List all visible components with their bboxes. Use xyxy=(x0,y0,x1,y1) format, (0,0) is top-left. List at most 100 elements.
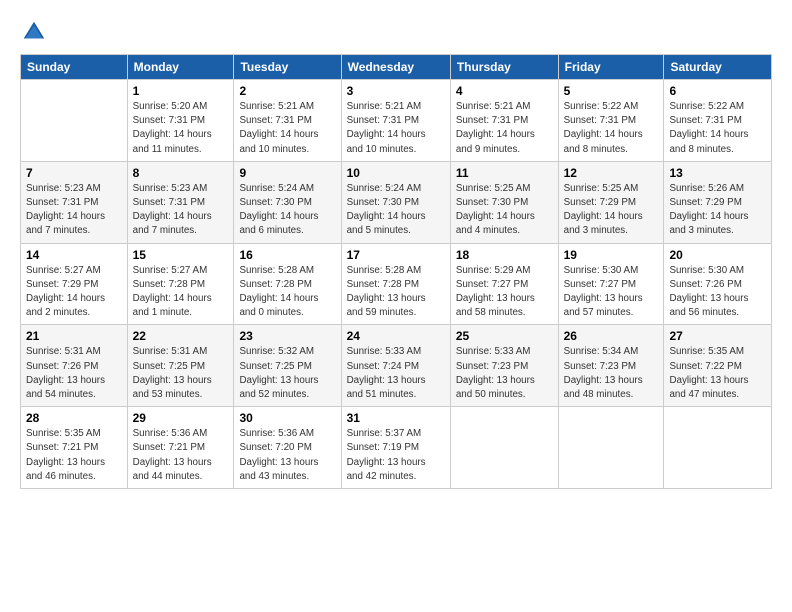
day-info: Sunrise: 5:21 AMSunset: 7:31 PMDaylight:… xyxy=(239,100,335,157)
day-number: 29 xyxy=(133,411,229,425)
day-info: Sunrise: 5:25 AMSunset: 7:29 PMDaylight:… xyxy=(564,182,659,239)
header-row: SundayMondayTuesdayWednesdayThursdayFrid… xyxy=(21,55,772,80)
day-info: Sunrise: 5:24 AMSunset: 7:30 PMDaylight:… xyxy=(239,182,335,239)
day-cell: 12Sunrise: 5:25 AMSunset: 7:29 PMDayligh… xyxy=(558,161,664,243)
day-number: 1 xyxy=(133,84,229,98)
day-number: 13 xyxy=(669,166,766,180)
day-info: Sunrise: 5:21 AMSunset: 7:31 PMDaylight:… xyxy=(347,100,445,157)
day-info: Sunrise: 5:23 AMSunset: 7:31 PMDaylight:… xyxy=(26,182,122,239)
day-cell: 13 Sunrise: 5:26 AMSunset: 7:29 PMDayligh… xyxy=(664,161,772,243)
day-number: 7 xyxy=(26,166,122,180)
day-cell: 5 Sunrise: 5:22 AMSunset: 7:31 PMDaylight… xyxy=(558,80,664,162)
day-cell: 3 Sunrise: 5:21 AMSunset: 7:31 PMDaylight… xyxy=(341,80,450,162)
week-row-3: 14 Sunrise: 5:27 AMSunset: 7:29 PMDayligh… xyxy=(21,243,772,325)
day-number: 15 xyxy=(133,248,229,262)
day-info: Sunrise: 5:31 AMSunset: 7:25 PMDaylight:… xyxy=(133,345,229,402)
day-cell: 26 Sunrise: 5:34 AMSunset: 7:23 PMDayligh… xyxy=(558,325,664,407)
day-cell: 29 Sunrise: 5:36 AMSunset: 7:21 PMDayligh… xyxy=(127,407,234,489)
day-cell xyxy=(664,407,772,489)
day-number: 24 xyxy=(347,329,445,343)
day-number: 2 xyxy=(239,84,335,98)
day-info: Sunrise: 5:37 AMSunset: 7:19 PMDaylight:… xyxy=(347,427,445,484)
day-cell: 22 Sunrise: 5:31 AMSunset: 7:25 PMDayligh… xyxy=(127,325,234,407)
day-cell: 8 Sunrise: 5:23 AMSunset: 7:31 PMDaylight… xyxy=(127,161,234,243)
day-cell: 24 Sunrise: 5:33 AMSunset: 7:24 PMDayligh… xyxy=(341,325,450,407)
day-number: 18 xyxy=(456,248,553,262)
day-cell: 19 Sunrise: 5:30 AMSunset: 7:27 PMDayligh… xyxy=(558,243,664,325)
col-header-tuesday: Tuesday xyxy=(234,55,341,80)
day-number: 26 xyxy=(564,329,659,343)
day-number: 17 xyxy=(347,248,445,262)
logo xyxy=(20,18,50,46)
day-number: 28 xyxy=(26,411,122,425)
col-header-sunday: Sunday xyxy=(21,55,128,80)
day-info: Sunrise: 5:24 AMSunset: 7:30 PMDaylight:… xyxy=(347,182,445,239)
day-cell: 27Sunrise: 5:35 AMSunset: 7:22 PMDayligh… xyxy=(664,325,772,407)
day-info: Sunrise: 5:31 AMSunset: 7:26 PMDaylight:… xyxy=(26,345,122,402)
day-number: 9 xyxy=(239,166,335,180)
day-info: Sunrise: 5:23 AMSunset: 7:31 PMDaylight:… xyxy=(133,182,229,239)
day-info: Sunrise: 5:35 AMSunset: 7:21 PMDaylight:… xyxy=(26,427,122,484)
day-info: Sunrise: 5:34 AMSunset: 7:23 PMDaylight:… xyxy=(564,345,659,402)
day-info: Sunrise: 5:25 AMSunset: 7:30 PMDaylight:… xyxy=(456,182,553,239)
day-number: 30 xyxy=(239,411,335,425)
week-row-1: 1 Sunrise: 5:20 AMSunset: 7:31 PMDaylight… xyxy=(21,80,772,162)
day-info: Sunrise: 5:27 AMSunset: 7:28 PMDaylight:… xyxy=(133,264,229,321)
day-cell: 28 Sunrise: 5:35 AMSunset: 7:21 PMDayligh… xyxy=(21,407,128,489)
calendar-table: SundayMondayTuesdayWednesdayThursdayFrid… xyxy=(20,54,772,489)
day-cell: 15 Sunrise: 5:27 AMSunset: 7:28 PMDayligh… xyxy=(127,243,234,325)
day-cell: 31 Sunrise: 5:37 AMSunset: 7:19 PMDayligh… xyxy=(341,407,450,489)
day-cell: 11 Sunrise: 5:25 AMSunset: 7:30 PMDayligh… xyxy=(450,161,558,243)
day-info: Sunrise: 5:32 AMSunset: 7:25 PMDaylight:… xyxy=(239,345,335,402)
day-cell: 10 Sunrise: 5:24 AMSunset: 7:30 PMDayligh… xyxy=(341,161,450,243)
day-number: 10 xyxy=(347,166,445,180)
header xyxy=(20,18,772,46)
day-cell: 4 Sunrise: 5:21 AMSunset: 7:31 PMDaylight… xyxy=(450,80,558,162)
day-cell: 30Sunrise: 5:36 AMSunset: 7:20 PMDayligh… xyxy=(234,407,341,489)
day-info: Sunrise: 5:20 AMSunset: 7:31 PMDaylight:… xyxy=(133,100,229,157)
logo-icon xyxy=(20,18,48,46)
day-info: Sunrise: 5:29 AMSunset: 7:27 PMDaylight:… xyxy=(456,264,553,321)
day-number: 5 xyxy=(564,84,659,98)
day-info: Sunrise: 5:22 AMSunset: 7:31 PMDaylight:… xyxy=(669,100,766,157)
day-number: 4 xyxy=(456,84,553,98)
day-number: 14 xyxy=(26,248,122,262)
day-number: 16 xyxy=(239,248,335,262)
day-cell: 14 Sunrise: 5:27 AMSunset: 7:29 PMDayligh… xyxy=(21,243,128,325)
col-header-saturday: Saturday xyxy=(664,55,772,80)
day-number: 22 xyxy=(133,329,229,343)
day-number: 21 xyxy=(26,329,122,343)
day-cell xyxy=(21,80,128,162)
day-cell: 6 Sunrise: 5:22 AMSunset: 7:31 PMDaylight… xyxy=(664,80,772,162)
day-cell: 21 Sunrise: 5:31 AMSunset: 7:26 PMDayligh… xyxy=(21,325,128,407)
day-info: Sunrise: 5:21 AMSunset: 7:31 PMDaylight:… xyxy=(456,100,553,157)
day-info: Sunrise: 5:27 AMSunset: 7:29 PMDaylight:… xyxy=(26,264,122,321)
day-info: Sunrise: 5:26 AMSunset: 7:29 PMDaylight:… xyxy=(669,182,766,239)
day-number: 6 xyxy=(669,84,766,98)
day-number: 20 xyxy=(669,248,766,262)
day-number: 19 xyxy=(564,248,659,262)
day-info: Sunrise: 5:36 AMSunset: 7:21 PMDaylight:… xyxy=(133,427,229,484)
day-info: Sunrise: 5:30 AMSunset: 7:26 PMDaylight:… xyxy=(669,264,766,321)
col-header-thursday: Thursday xyxy=(450,55,558,80)
day-cell: 16 Sunrise: 5:28 AMSunset: 7:28 PMDayligh… xyxy=(234,243,341,325)
day-number: 11 xyxy=(456,166,553,180)
day-cell: 20 Sunrise: 5:30 AMSunset: 7:26 PMDayligh… xyxy=(664,243,772,325)
day-info: Sunrise: 5:33 AMSunset: 7:24 PMDaylight:… xyxy=(347,345,445,402)
calendar-page: SundayMondayTuesdayWednesdayThursdayFrid… xyxy=(0,0,792,612)
day-cell: 25Sunrise: 5:33 AMSunset: 7:23 PMDayligh… xyxy=(450,325,558,407)
day-info: Sunrise: 5:35 AMSunset: 7:22 PMDaylight:… xyxy=(669,345,766,402)
day-number: 3 xyxy=(347,84,445,98)
col-header-friday: Friday xyxy=(558,55,664,80)
day-cell: 7 Sunrise: 5:23 AMSunset: 7:31 PMDaylight… xyxy=(21,161,128,243)
day-number: 31 xyxy=(347,411,445,425)
day-info: Sunrise: 5:28 AMSunset: 7:28 PMDaylight:… xyxy=(239,264,335,321)
week-row-2: 7 Sunrise: 5:23 AMSunset: 7:31 PMDaylight… xyxy=(21,161,772,243)
day-info: Sunrise: 5:22 AMSunset: 7:31 PMDaylight:… xyxy=(564,100,659,157)
day-info: Sunrise: 5:30 AMSunset: 7:27 PMDaylight:… xyxy=(564,264,659,321)
day-number: 8 xyxy=(133,166,229,180)
week-row-5: 28 Sunrise: 5:35 AMSunset: 7:21 PMDayligh… xyxy=(21,407,772,489)
day-info: Sunrise: 5:33 AMSunset: 7:23 PMDaylight:… xyxy=(456,345,553,402)
day-cell: 1 Sunrise: 5:20 AMSunset: 7:31 PMDaylight… xyxy=(127,80,234,162)
day-cell: 17Sunrise: 5:28 AMSunset: 7:28 PMDayligh… xyxy=(341,243,450,325)
